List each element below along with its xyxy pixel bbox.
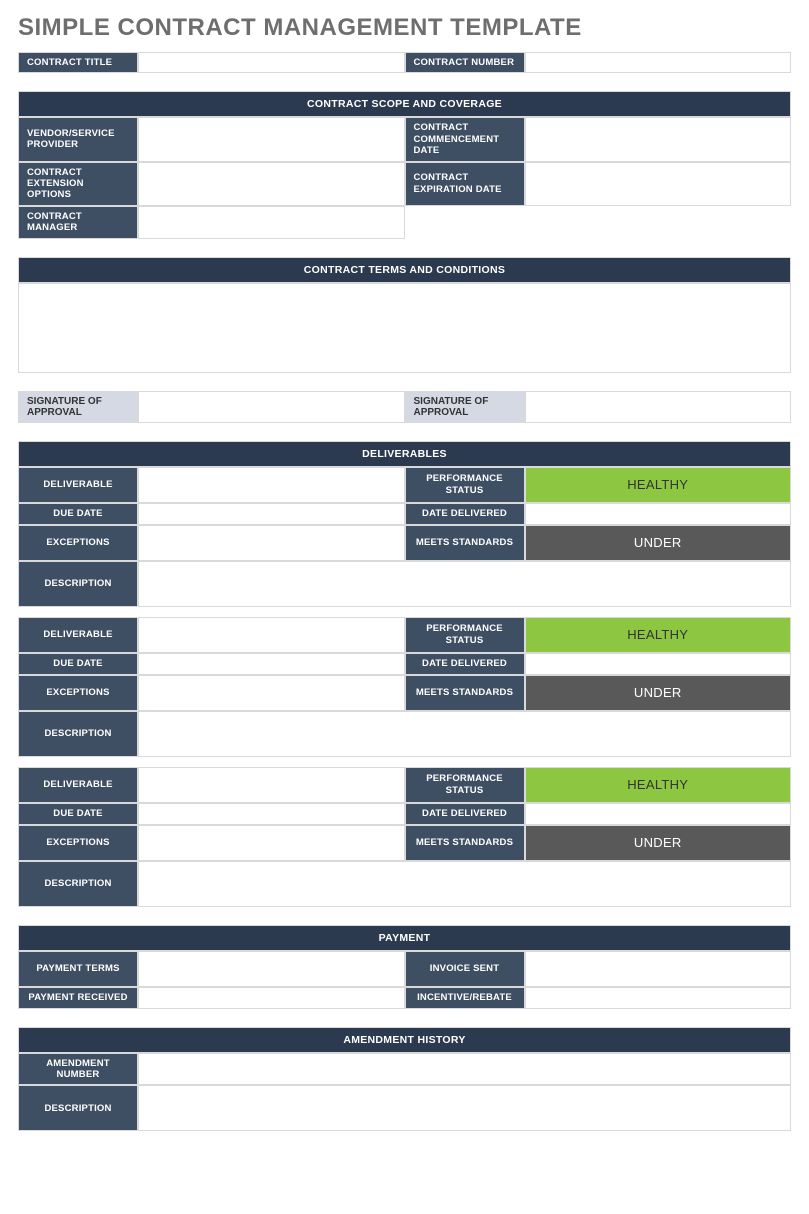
deliverables-section-title: DELIVERABLES: [18, 441, 791, 467]
meets-standards-value[interactable]: UNDER: [525, 825, 792, 861]
deliverable-label: DELIVERABLE: [18, 767, 138, 803]
performance-status-label: PERFORMANCE STATUS: [405, 767, 525, 803]
date-delivered-label: DATE DELIVERED: [405, 653, 525, 675]
manager-label: CONTRACT MANAGER: [18, 206, 138, 239]
payment-received-label: PAYMENT RECEIVED: [18, 987, 138, 1009]
performance-status-label: PERFORMANCE STATUS: [405, 467, 525, 503]
contract-title-input[interactable]: [138, 52, 405, 73]
section-payment: PAYMENT PAYMENT TERMS INVOICE SENT PAYME…: [18, 925, 791, 1009]
section-deliverables: DELIVERABLES DELIVERABLE PERFORMANCE STAT…: [18, 441, 791, 907]
deliverable-input[interactable]: [138, 467, 405, 503]
exceptions-input[interactable]: [138, 675, 405, 711]
section-scope: CONTRACT SCOPE AND COVERAGE VENDOR/SERVI…: [18, 91, 791, 238]
deliverable-label: DELIVERABLE: [18, 617, 138, 653]
deliverable-input[interactable]: [138, 767, 405, 803]
amendment-number-input[interactable]: [138, 1053, 791, 1086]
section-terms: CONTRACT TERMS AND CONDITIONS: [18, 257, 791, 373]
terms-section-title: CONTRACT TERMS AND CONDITIONS: [18, 257, 791, 283]
expiration-label: CONTRACT EXPIRATION DATE: [405, 162, 525, 206]
exceptions-input[interactable]: [138, 825, 405, 861]
expiration-input[interactable]: [525, 162, 792, 206]
contract-number-label: CONTRACT NUMBER: [405, 52, 525, 73]
meets-standards-label: MEETS STANDARDS: [405, 825, 525, 861]
due-date-input[interactable]: [138, 803, 405, 825]
meets-standards-label: MEETS STANDARDS: [405, 675, 525, 711]
due-date-label: DUE DATE: [18, 653, 138, 675]
section-amendment: AMENDMENT HISTORY AMENDMENT NUMBER DESCR…: [18, 1027, 791, 1132]
vendor-label: VENDOR/SERVICE PROVIDER: [18, 117, 138, 161]
page-title: SIMPLE CONTRACT MANAGEMENT TEMPLATE: [18, 14, 791, 42]
signature1-label: SIGNATURE OF APPROVAL: [18, 391, 138, 423]
payment-terms-input[interactable]: [138, 951, 405, 987]
date-delivered-input[interactable]: [525, 653, 792, 675]
amendment-number-label: AMENDMENT NUMBER: [18, 1053, 138, 1086]
scope-section-title: CONTRACT SCOPE AND COVERAGE: [18, 91, 791, 117]
contract-title-label: CONTRACT TITLE: [18, 52, 138, 73]
payment-received-input[interactable]: [138, 987, 405, 1009]
performance-status-value[interactable]: HEALTHY: [525, 617, 792, 653]
exceptions-label: EXCEPTIONS: [18, 525, 138, 561]
exceptions-input[interactable]: [138, 525, 405, 561]
exceptions-label: EXCEPTIONS: [18, 825, 138, 861]
manager-input[interactable]: [138, 206, 405, 239]
deliverable-label: DELIVERABLE: [18, 467, 138, 503]
deliverable-description-label: DESCRIPTION: [18, 561, 138, 607]
deliverable-description-input[interactable]: [138, 561, 791, 607]
invoice-sent-input[interactable]: [525, 951, 792, 987]
date-delivered-label: DATE DELIVERED: [405, 503, 525, 525]
extension-label: CONTRACT EXTENSION OPTIONS: [18, 162, 138, 206]
performance-status-value[interactable]: HEALTHY: [525, 767, 792, 803]
due-date-input[interactable]: [138, 503, 405, 525]
incentive-input[interactable]: [525, 987, 792, 1009]
due-date-input[interactable]: [138, 653, 405, 675]
terms-body-input[interactable]: [18, 283, 791, 373]
vendor-input[interactable]: [138, 117, 405, 161]
signature2-label: SIGNATURE OF APPROVAL: [405, 391, 525, 423]
amendment-description-label: DESCRIPTION: [18, 1085, 138, 1131]
deliverable-input[interactable]: [138, 617, 405, 653]
payment-section-title: PAYMENT: [18, 925, 791, 951]
date-delivered-label: DATE DELIVERED: [405, 803, 525, 825]
date-delivered-input[interactable]: [525, 803, 792, 825]
section-header: CONTRACT TITLE CONTRACT NUMBER: [18, 52, 791, 73]
contract-number-input[interactable]: [525, 52, 792, 73]
deliverable-block: DELIVERABLE PERFORMANCE STATUSHEALTHY DUE …: [18, 467, 791, 607]
exceptions-label: EXCEPTIONS: [18, 675, 138, 711]
due-date-label: DUE DATE: [18, 803, 138, 825]
deliverable-description-label: DESCRIPTION: [18, 711, 138, 757]
incentive-label: INCENTIVE/REBATE: [405, 987, 525, 1009]
date-delivered-input[interactable]: [525, 503, 792, 525]
performance-status-label: PERFORMANCE STATUS: [405, 617, 525, 653]
extension-input[interactable]: [138, 162, 405, 206]
deliverable-block: DELIVERABLE PERFORMANCE STATUSHEALTHY DUE …: [18, 767, 791, 907]
commencement-label: CONTRACT COMMENCEMENT DATE: [405, 117, 525, 161]
meets-standards-value[interactable]: UNDER: [525, 525, 792, 561]
commencement-input[interactable]: [525, 117, 792, 161]
amendment-section-title: AMENDMENT HISTORY: [18, 1027, 791, 1053]
meets-standards-label: MEETS STANDARDS: [405, 525, 525, 561]
performance-status-value[interactable]: HEALTHY: [525, 467, 792, 503]
deliverable-description-input[interactable]: [138, 861, 791, 907]
invoice-sent-label: INVOICE SENT: [405, 951, 525, 987]
deliverable-description-label: DESCRIPTION: [18, 861, 138, 907]
meets-standards-value[interactable]: UNDER: [525, 675, 792, 711]
amendment-description-input[interactable]: [138, 1085, 791, 1131]
deliverable-description-input[interactable]: [138, 711, 791, 757]
section-signatures: SIGNATURE OF APPROVAL SIGNATURE OF APPRO…: [18, 391, 791, 423]
deliverable-block: DELIVERABLE PERFORMANCE STATUSHEALTHY DUE …: [18, 617, 791, 757]
signature2-input[interactable]: [525, 391, 792, 423]
payment-terms-label: PAYMENT TERMS: [18, 951, 138, 987]
signature1-input[interactable]: [138, 391, 405, 423]
due-date-label: DUE DATE: [18, 503, 138, 525]
